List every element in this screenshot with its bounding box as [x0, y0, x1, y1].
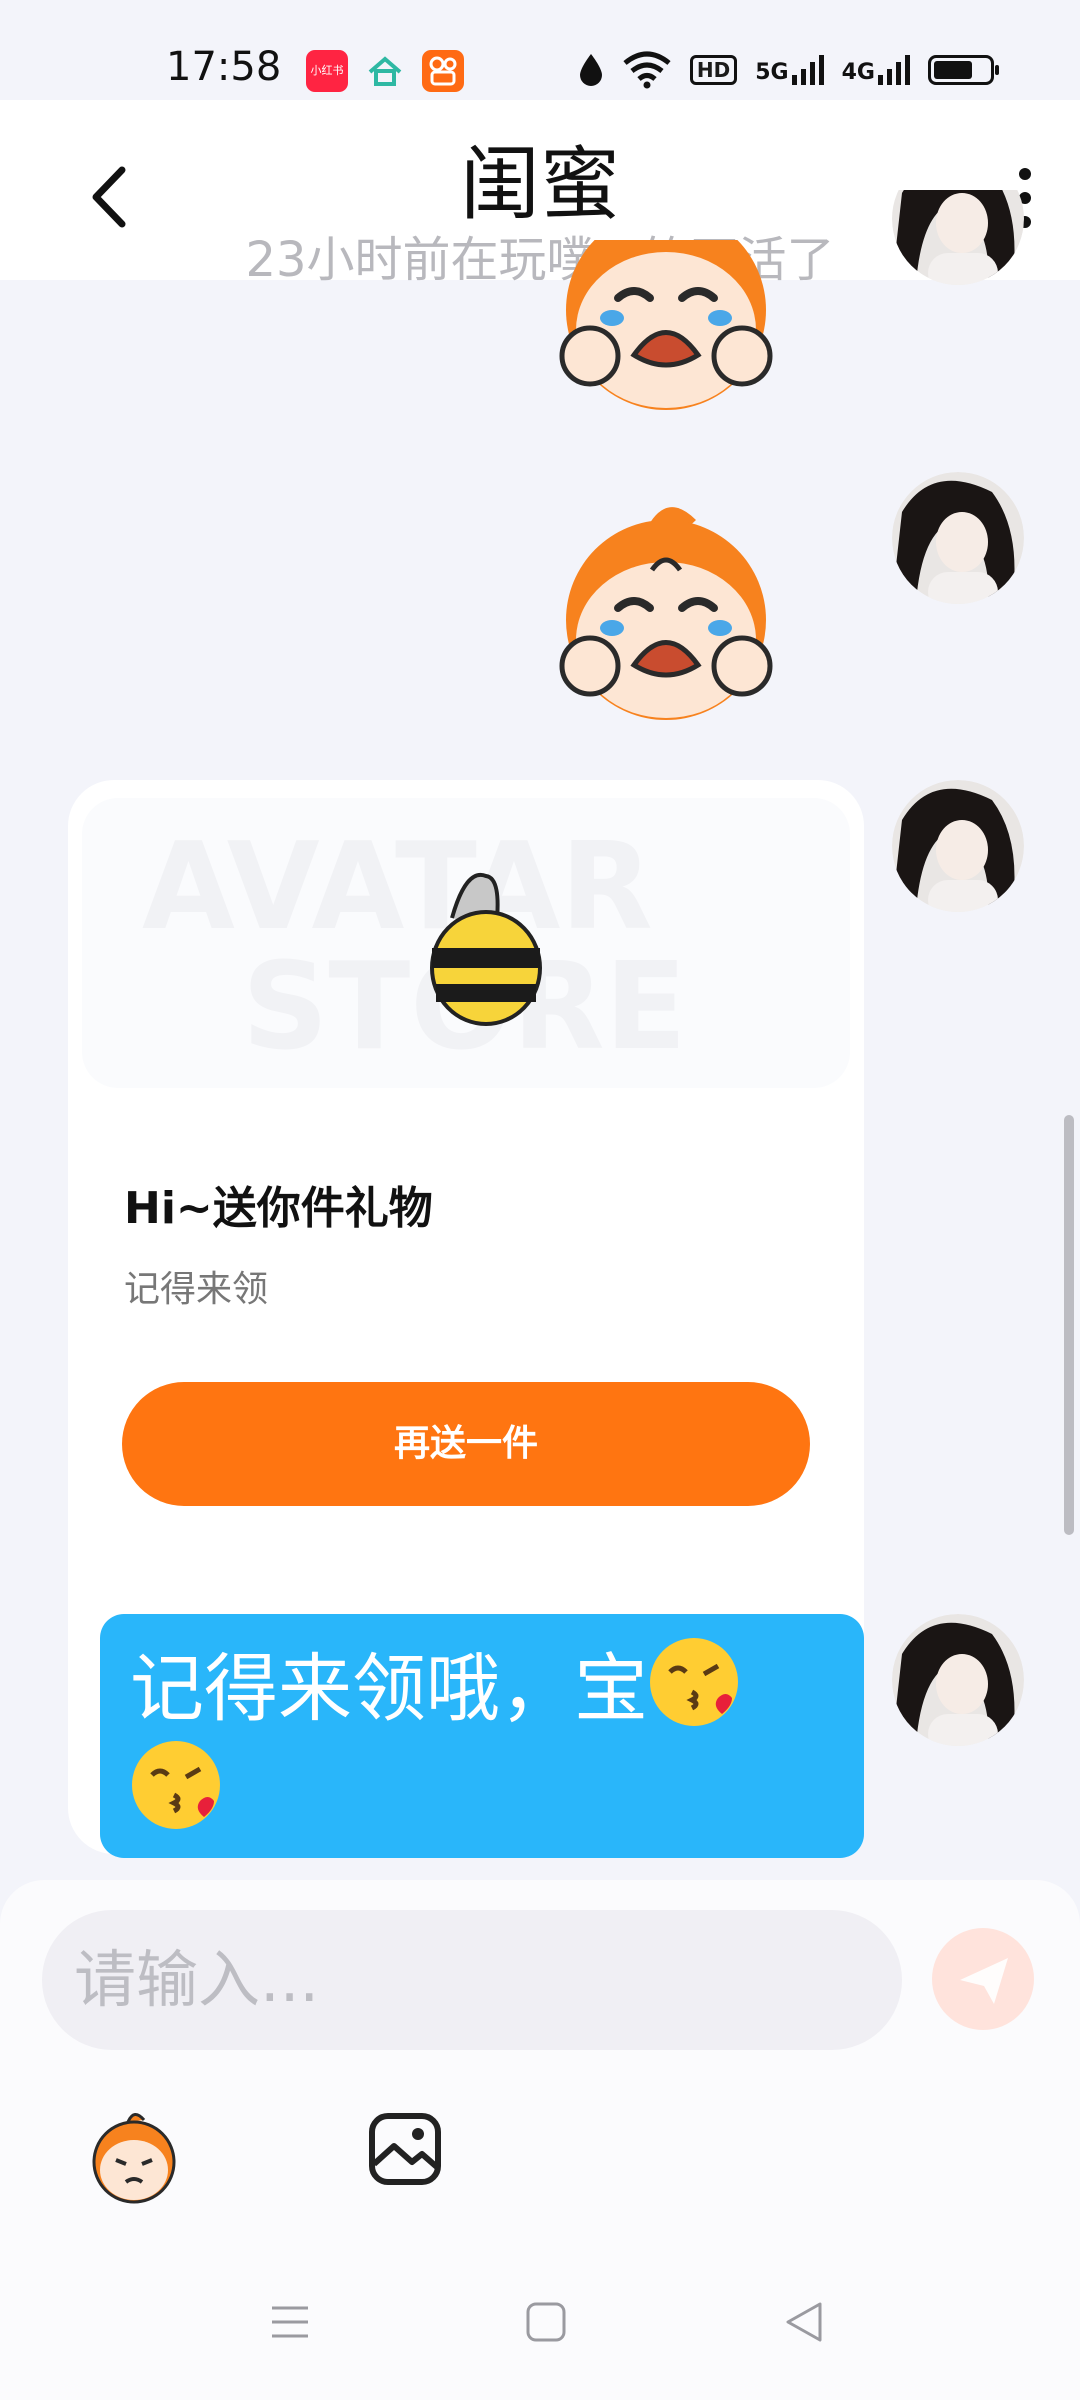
send-another-gift-button[interactable]: 再送一件: [122, 1382, 810, 1506]
user-avatar[interactable]: [892, 1614, 1024, 1746]
user-avatar[interactable]: [892, 780, 1024, 912]
send-icon: [960, 1958, 1008, 2004]
home-button[interactable]: [524, 2300, 568, 2344]
crying-sticker[interactable]: [526, 240, 806, 420]
system-nav-bar: [0, 2260, 1080, 2400]
gift-banner: AVATAR STORE: [82, 798, 850, 1088]
crying-sticker[interactable]: [526, 490, 806, 730]
gift-title: Hi~送你件礼物: [124, 1183, 433, 1234]
kissing-face-emoji-icon: [650, 1638, 738, 1726]
menu-icon: [272, 2306, 308, 2338]
hd-badge: HD: [689, 55, 738, 85]
battery-icon: [928, 55, 999, 85]
user-avatar[interactable]: [892, 472, 1024, 604]
input-placeholder: 请输入...: [74, 1943, 320, 2016]
signal-4g: 4G: [842, 55, 910, 85]
message-input[interactable]: 请输入...: [42, 1910, 902, 2050]
watermark-avatar: AVATAR: [142, 818, 653, 957]
nav-back-button[interactable]: [782, 2300, 826, 2344]
message-text: 记得来领哦，宝: [130, 1646, 648, 1732]
water-drop-icon: [579, 54, 602, 86]
image-icon: [369, 2113, 441, 2185]
square-icon: [526, 2302, 566, 2342]
kissing-face-emoji-icon: [132, 1741, 220, 1829]
image-picker-button[interactable]: [368, 2112, 442, 2186]
status-indicators: HD 5G 4G: [578, 44, 999, 96]
smart-home-icon: [364, 50, 406, 92]
battery-level: [934, 61, 972, 79]
xiaohongshu-icon: 小红书: [306, 50, 348, 92]
triangle-back-icon: [786, 2302, 822, 2342]
status-time: 17:58: [166, 44, 282, 90]
kuaishou-icon: [422, 50, 464, 92]
chat-scrollbar[interactable]: [1064, 1115, 1074, 1535]
send-button[interactable]: [932, 1928, 1034, 2030]
signal-5g: 5G: [755, 55, 824, 85]
mascot-face-icon: [92, 2113, 176, 2204]
sticker-button[interactable]: [84, 2108, 184, 2208]
gift-subtitle: 记得来领: [124, 1269, 269, 1310]
chat-messages[interactable]: AVATAR STORE Hi~送你件礼物 记得来领 再送一件 记得来领哦，宝: [0, 190, 1080, 1880]
recent-apps-button[interactable]: [268, 2300, 312, 2344]
message-bubble[interactable]: 记得来领哦，宝: [100, 1614, 864, 1858]
wifi-icon: [623, 51, 671, 89]
